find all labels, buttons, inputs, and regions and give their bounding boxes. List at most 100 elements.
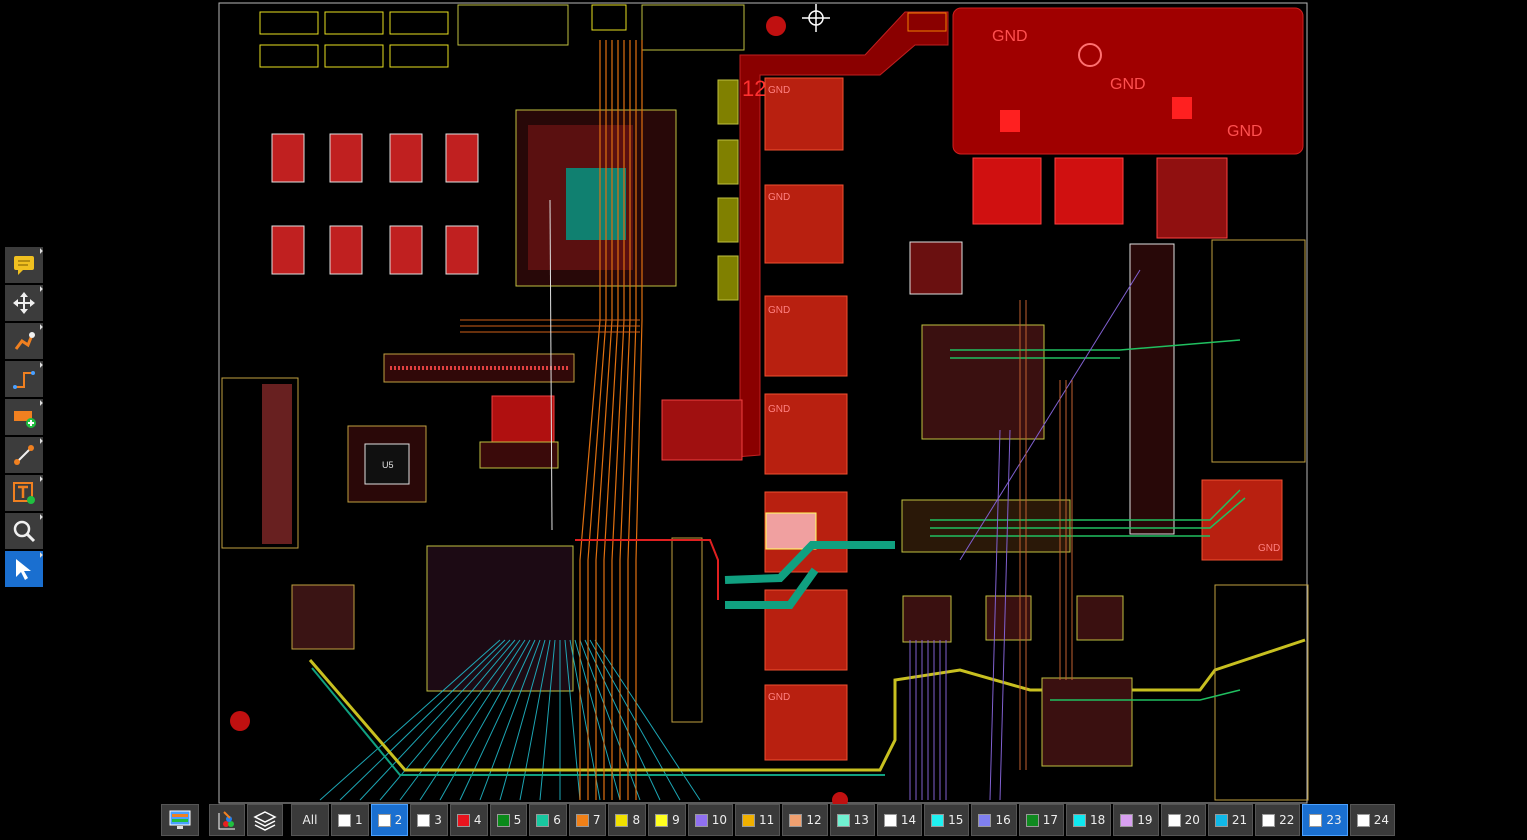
move-tool-button[interactable] — [5, 285, 43, 321]
svg-text:GND: GND — [768, 404, 790, 415]
layer-number: 22 — [1279, 813, 1295, 827]
layer-toggle-5[interactable]: 5 — [489, 804, 528, 836]
gnd-label: GND — [992, 28, 1028, 45]
capacitor — [717, 139, 739, 185]
layer-color-swatch — [1167, 813, 1181, 827]
bga-top — [515, 109, 677, 287]
mounting-hole — [766, 16, 786, 36]
capacitor — [717, 197, 739, 243]
layer-colors-button[interactable] — [209, 804, 245, 836]
layer-color-swatch — [789, 813, 803, 827]
layer-number: 6 — [553, 813, 561, 827]
trace-tool-button[interactable] — [5, 361, 43, 397]
power-block — [1054, 157, 1124, 225]
layer-toggle-22[interactable]: 22 — [1255, 804, 1301, 836]
svg-text:GND: GND — [768, 192, 790, 203]
layer-number: 13 — [853, 813, 869, 827]
layer-toggle-16[interactable]: 16 — [971, 804, 1017, 836]
layer-number: 16 — [995, 813, 1011, 827]
layer-color-swatch — [456, 813, 470, 827]
layer-number: 19 — [1137, 813, 1153, 827]
layer-number: 5 — [513, 813, 522, 827]
layer-toggle-24[interactable]: 24 — [1349, 804, 1395, 836]
add-component-button[interactable] — [5, 399, 43, 435]
layer-color-swatch — [1356, 813, 1370, 827]
all-layers-label: All — [302, 813, 318, 827]
tool-palette — [5, 247, 43, 589]
layer-number: 21 — [1231, 813, 1248, 827]
layer-color-swatch — [931, 813, 945, 827]
layer-toggle-13[interactable]: 13 — [829, 804, 875, 836]
layer-toggle-14[interactable]: 14 — [876, 804, 923, 836]
layer-number: 18 — [1090, 813, 1106, 827]
pcb-canvas[interactable]: GND GND GND 12V GND GND GND GND GND GND — [0, 0, 1527, 840]
connect-icon — [14, 445, 34, 465]
layer-toggle-11[interactable]: 11 — [735, 804, 781, 836]
layer-toggle-20[interactable]: 20 — [1160, 804, 1206, 836]
layer-color-swatch — [1214, 813, 1228, 827]
red-module — [491, 395, 555, 445]
gnd-label: GND — [1110, 76, 1146, 93]
all-layers-button[interactable]: All — [291, 804, 329, 836]
monitor-icon — [169, 810, 191, 829]
ic-array — [271, 133, 479, 275]
layer-color-swatch — [978, 813, 992, 827]
zoom-tool-button[interactable] — [5, 513, 43, 549]
select-tool-button[interactable] — [5, 551, 43, 587]
layer-toggle-18[interactable]: 18 — [1066, 804, 1112, 836]
layers-stack-button[interactable] — [247, 804, 283, 836]
layer-list: 1 2 3 4 5 6 7 8 9 10 11 12 13 14 15 16 17 18 19 20 21 22 23 24 — [331, 804, 1395, 836]
layer-color-swatch — [1025, 813, 1039, 827]
trace-icon — [13, 371, 35, 389]
layer-toggle-21[interactable]: 21 — [1207, 804, 1254, 836]
layer-color-swatch — [417, 813, 431, 827]
layer-number: 1 — [355, 813, 363, 827]
display-settings-button[interactable] — [161, 804, 199, 836]
layer-color-swatch — [694, 813, 708, 827]
layer-number: 11 — [759, 813, 775, 827]
layer-toggle-2[interactable]: 2 — [370, 804, 409, 836]
interactive-route-icon — [14, 332, 35, 350]
layer-toggle-17[interactable]: 17 — [1018, 804, 1065, 836]
layer-toggle-12[interactable]: 12 — [782, 804, 828, 836]
select-arrow-icon — [16, 559, 31, 580]
layer-toggle-8[interactable]: 8 — [608, 804, 647, 836]
layer-toggle-10[interactable]: 10 — [687, 804, 734, 836]
layer-color-swatch — [1120, 813, 1134, 827]
capacitor — [717, 255, 739, 301]
layer-toggle-1[interactable]: 1 — [331, 804, 369, 836]
layer-color-swatch — [1073, 813, 1087, 827]
layer-number: 24 — [1373, 813, 1389, 827]
layer-toggle-3[interactable]: 3 — [410, 804, 448, 836]
connect-tool-button[interactable] — [5, 437, 43, 473]
layer-toggle-9[interactable]: 9 — [648, 804, 686, 836]
interactive-route-button[interactable] — [5, 323, 43, 359]
svg-text:GND: GND — [768, 692, 790, 703]
layer-number: 10 — [711, 813, 728, 827]
add-text-button[interactable] — [5, 475, 43, 511]
palette-icon — [218, 811, 235, 830]
red-module — [661, 399, 743, 461]
layer-toggle-19[interactable]: 19 — [1113, 804, 1159, 836]
add-component-icon — [14, 411, 36, 428]
svg-text:GND: GND — [768, 305, 790, 316]
layer-toggle-23[interactable]: 23 — [1302, 804, 1348, 836]
layer-number: 23 — [1326, 813, 1342, 827]
crosshair-cursor — [802, 4, 830, 32]
layer-color-swatch — [742, 813, 756, 827]
comment-tool-button[interactable] — [5, 247, 43, 283]
layer-color-swatch — [496, 813, 510, 827]
svg-text:GND: GND — [1258, 543, 1280, 554]
layer-toggle-4[interactable]: 4 — [449, 804, 488, 836]
power-modules: GND GND GND GND GND GND — [764, 77, 848, 761]
gnd-pour-top-right: GND GND GND — [952, 7, 1304, 155]
layer-color-swatch — [615, 813, 629, 827]
layers-icon — [253, 811, 277, 831]
layer-toggle-7[interactable]: 7 — [568, 804, 607, 836]
mounting-hole — [230, 711, 250, 731]
layer-toggle-6[interactable]: 6 — [529, 804, 567, 836]
layer-number: 9 — [672, 813, 680, 827]
layer-toggle-15[interactable]: 15 — [924, 804, 970, 836]
layer-number: 3 — [434, 813, 442, 827]
layer-number: 4 — [473, 813, 482, 827]
